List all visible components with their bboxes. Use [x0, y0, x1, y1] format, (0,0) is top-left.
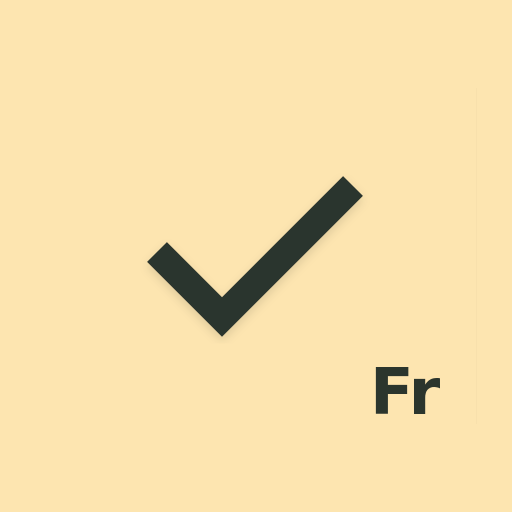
language-code-label: Fr — [370, 356, 440, 430]
check-icon — [147, 176, 363, 337]
check-mark-stroke — [147, 176, 363, 337]
language-done-tile[interactable]: Fr — [0, 0, 512, 512]
